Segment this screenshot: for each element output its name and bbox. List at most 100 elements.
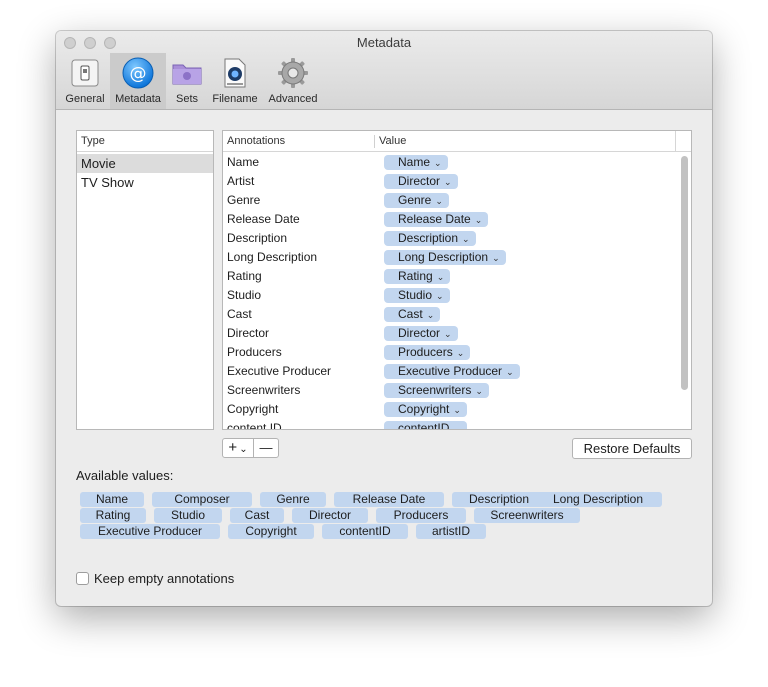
available-value-token[interactable]: Copyright [228, 524, 314, 539]
annotation-name: Copyright [227, 402, 279, 416]
value-token[interactable]: Copyright ⌄ [384, 402, 467, 417]
toolbar-general-label: General [65, 93, 105, 105]
available-values-label: Available values: [76, 468, 174, 483]
table-row[interactable]: Producers Producers ⌄ [223, 343, 678, 362]
value-token[interactable]: Executive Producer ⌄ [384, 364, 520, 379]
keep-empty-annotations-checkbox[interactable] [76, 572, 89, 585]
value-token[interactable]: Genre ⌄ [384, 193, 449, 208]
available-value-token[interactable]: contentID [322, 524, 408, 539]
table-row[interactable]: Studio Studio ⌄ [223, 286, 678, 305]
available-value-token[interactable]: Screenwriters [474, 508, 580, 523]
available-value-token[interactable]: Rating [80, 508, 146, 523]
value-token-label: Name [398, 155, 431, 169]
toolbar-metadata[interactable]: @ Metadata [110, 53, 166, 109]
table-row[interactable]: Long Description Long Description ⌄ [223, 248, 678, 267]
available-value-token[interactable]: Name [80, 492, 144, 507]
annotation-name: content ID [227, 421, 282, 429]
available-value-token[interactable]: Producers [376, 508, 466, 523]
type-item-movie[interactable]: Movie [77, 154, 213, 173]
table-row[interactable]: Rating Rating ⌄ [223, 267, 678, 286]
value-token[interactable]: Producers ⌄ [384, 345, 471, 360]
remove-icon: — [259, 440, 273, 455]
chevron-down-icon: ⌄ [435, 196, 443, 206]
value-token-label: Description [398, 231, 459, 245]
chevron-down-icon: ⌄ [434, 158, 442, 168]
value-token-label: Copyright [398, 402, 450, 416]
value-column-header[interactable]: Value [379, 131, 406, 152]
toolbar-advanced-label: Advanced [268, 93, 318, 105]
available-value-token[interactable]: Release Date [334, 492, 444, 507]
type-list[interactable]: Type Movie TV Show [76, 130, 214, 430]
available-value-token[interactable]: Long Description [534, 492, 662, 507]
value-token[interactable]: Rating ⌄ [384, 269, 451, 284]
quicktime-file-icon [224, 58, 246, 88]
at-sign-icon: @ [122, 57, 154, 89]
restore-defaults-button[interactable]: Restore Defaults [572, 438, 692, 459]
annotation-name: Genre [227, 193, 261, 207]
value-token[interactable]: Studio ⌄ [384, 288, 450, 303]
add-annotation-button[interactable]: + ⌄ [222, 438, 254, 458]
available-value-token[interactable]: Director [292, 508, 368, 523]
add-icon: + [228, 439, 238, 456]
available-value-token[interactable]: Genre [260, 492, 326, 507]
chevron-down-icon: ⌄ [474, 215, 483, 225]
toolbar-general[interactable]: General [62, 53, 108, 109]
table-row[interactable]: Screenwriters Screenwriters ⌄ [223, 381, 678, 400]
table-row[interactable]: Director Director ⌄ [223, 324, 678, 343]
table-row[interactable]: Copyright Copyright ⌄ [223, 400, 678, 419]
annotations-column-header[interactable]: Annotations [227, 131, 285, 152]
type-header: Type [77, 131, 213, 152]
available-value-token[interactable]: Composer [152, 492, 252, 507]
toolbar-filename-label: Filename [212, 93, 258, 105]
annotation-name: Rating [227, 269, 262, 283]
available-value-token[interactable]: Studio [154, 508, 222, 523]
value-token[interactable]: contentID ⌄ [384, 421, 467, 429]
toolbar-advanced[interactable]: Advanced [264, 53, 322, 109]
value-token[interactable]: Long Description ⌄ [384, 250, 506, 265]
toolbar-sets[interactable]: Sets [168, 53, 206, 109]
annotation-name: Long Description [227, 250, 318, 264]
value-token[interactable]: Director ⌄ [384, 174, 458, 189]
type-item-tv-show[interactable]: TV Show [77, 173, 213, 192]
chevron-down-icon: ⌄ [456, 348, 465, 358]
toolbar-metadata-label: Metadata [115, 93, 161, 105]
available-value-token[interactable]: Executive Producer [80, 524, 220, 539]
toolbar-filename[interactable]: Filename [208, 53, 262, 109]
table-row[interactable]: Description Description ⌄ [223, 229, 678, 248]
annotation-name: Producers [227, 345, 282, 359]
value-token-label: Director [398, 174, 441, 188]
chevron-down-icon: ⌄ [462, 234, 470, 244]
value-token-label: Studio [398, 288, 433, 302]
available-value-token[interactable]: artistID [416, 524, 486, 539]
value-token[interactable]: Director ⌄ [384, 326, 458, 341]
available-value-token[interactable]: Cast [230, 508, 284, 523]
table-row[interactable]: Executive Producer Executive Producer ⌄ [223, 362, 678, 381]
annotation-name: Director [227, 326, 270, 340]
table-row[interactable]: Genre Genre ⌄ [223, 191, 678, 210]
scrollbar-thumb[interactable] [681, 156, 688, 390]
chevron-down-icon: ⌄ [453, 424, 461, 429]
table-row[interactable]: Cast Cast ⌄ [223, 305, 678, 324]
titlebar: Metadata General @ Metadata Sets Filenam… [56, 31, 712, 110]
value-token[interactable]: Release Date ⌄ [384, 212, 489, 227]
value-token[interactable]: Description ⌄ [384, 231, 476, 246]
available-value-token[interactable]: Description [452, 492, 546, 507]
keep-empty-annotations-label[interactable]: Keep empty annotations [94, 571, 234, 586]
table-row[interactable]: Release Date Release Date ⌄ [223, 210, 678, 229]
value-token[interactable]: Name ⌄ [384, 155, 448, 170]
chevron-down-icon: ⌄ [506, 367, 514, 377]
value-token[interactable]: Cast ⌄ [384, 307, 441, 322]
annotations-table-header: Annotations Value [223, 131, 691, 152]
table-row[interactable]: content ID contentID ⌄ [223, 419, 678, 429]
value-token[interactable]: Screenwriters ⌄ [384, 383, 489, 398]
table-row[interactable]: Name Name ⌄ [223, 153, 678, 172]
value-token-label: Producers [398, 345, 453, 359]
annotations-table[interactable]: Annotations Value Name Name ⌄ Artist Direct… [222, 130, 692, 430]
value-token-label: Screenwriters [398, 383, 472, 397]
table-row[interactable]: Artist Director ⌄ [223, 172, 678, 191]
remove-annotation-button[interactable]: — [253, 438, 279, 458]
vertical-scrollbar[interactable] [678, 153, 690, 407]
svg-text:@: @ [130, 64, 147, 84]
annotation-name: Screenwriters [227, 383, 301, 397]
value-token-label: contentID [398, 421, 450, 429]
